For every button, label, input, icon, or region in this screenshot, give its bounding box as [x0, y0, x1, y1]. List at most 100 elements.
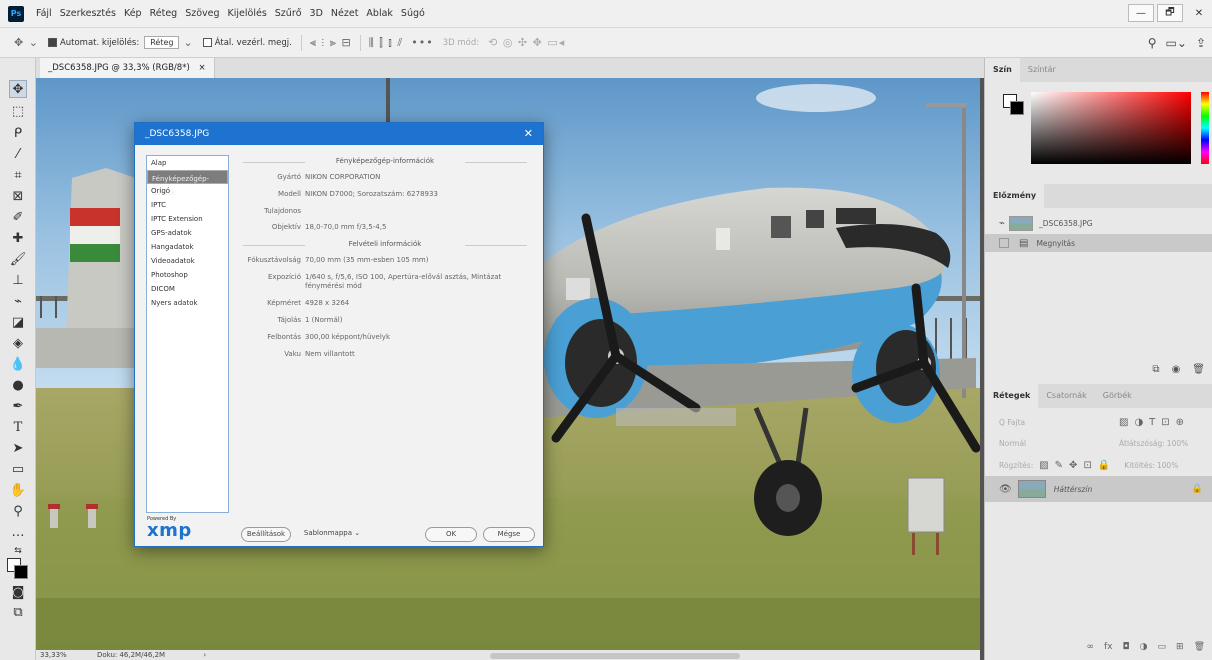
path-select-tool-icon[interactable]: ➤ — [9, 439, 27, 457]
auto-select-checkbox[interactable] — [47, 38, 57, 47]
group-icon[interactable]: ▭ — [1158, 642, 1167, 652]
pen-tool-icon[interactable]: ✒ — [9, 397, 27, 415]
menu-layer[interactable]: Réteg — [146, 0, 182, 28]
template-folder-button[interactable]: Sablonmappa ⌄ — [299, 527, 365, 542]
category-video[interactable]: Videoadatok — [147, 254, 228, 268]
more-tools-icon[interactable]: … — [9, 523, 27, 541]
workspace-icon[interactable]: ▭⌄ — [1166, 36, 1187, 50]
menu-file[interactable]: Fájl — [32, 0, 56, 28]
3d-tools-icons[interactable]: ⟲ ◎ ✣ ✥ ▭◂ — [488, 36, 565, 49]
settings-button[interactable]: Beállítások — [241, 527, 291, 542]
brush-tool-icon[interactable]: 🖌 — [9, 250, 27, 268]
document-tab[interactable]: _DSC6358.JPG @ 33,3% (RGB/8*) × — [40, 58, 215, 78]
category-dicom[interactable]: DICOM — [147, 282, 228, 296]
move-tool-icon[interactable]: ✥ ⌄ — [14, 36, 39, 49]
bg-color-chip[interactable] — [1010, 101, 1024, 115]
more-options-icon[interactable]: ••• — [411, 36, 433, 49]
menu-edit[interactable]: Szerkesztés — [56, 0, 120, 28]
history-snapshot[interactable]: ⌁ _DSC6358.JPG — [985, 212, 1212, 234]
search-icon[interactable]: ⚲ — [1148, 36, 1157, 50]
category-basic[interactable]: Alap — [147, 156, 228, 170]
stamp-tool-icon[interactable]: ⊥ — [9, 271, 27, 289]
menu-view[interactable]: Nézet — [327, 0, 363, 28]
show-transform-option[interactable]: Átal. vezérl. megj. — [202, 38, 292, 48]
rectangle-tool-icon[interactable]: ▭ — [9, 460, 27, 478]
close-icon[interactable]: ✕ — [524, 123, 533, 145]
blur-tool-icon[interactable]: 💧 — [9, 355, 27, 373]
camera-icon[interactable]: ◉ — [1172, 364, 1181, 375]
hue-slider[interactable] — [1201, 92, 1209, 164]
crop-tool-icon[interactable]: ⌗ — [9, 166, 27, 184]
menu-select[interactable]: Kijelölés — [224, 0, 271, 28]
menu-3d[interactable]: 3D — [306, 0, 327, 28]
delete-layer-icon[interactable]: 🗑 — [1194, 642, 1205, 652]
gradient-tool-icon[interactable]: ◈ — [9, 334, 27, 352]
quick-mask-icon[interactable]: ◙ — [9, 583, 27, 601]
mask-icon[interactable]: ◘ — [1123, 642, 1130, 652]
fill-value[interactable]: 100% — [1157, 461, 1178, 470]
move-tool-icon[interactable]: ✥ — [9, 80, 27, 98]
align-icons[interactable]: ⫷ ⫶ ⫸ ⊟ — [310, 36, 352, 50]
menu-filter[interactable]: Szűrő — [271, 0, 306, 28]
category-iptc[interactable]: IPTC — [147, 198, 228, 212]
tab-swatches[interactable]: Színtár — [1020, 58, 1064, 82]
zoom-level[interactable]: 33,33% — [40, 651, 67, 659]
healing-tool-icon[interactable]: ✚ — [9, 229, 27, 247]
category-iptc-extension[interactable]: IPTC Extension — [147, 212, 228, 226]
link-icon[interactable]: ∞ — [1087, 642, 1095, 652]
marquee-tool-icon[interactable]: ⬚ — [9, 102, 27, 120]
lock-icons[interactable]: ▨✎✥⊡🔒 — [1039, 460, 1116, 471]
tab-channels[interactable]: Csatornák — [1038, 384, 1094, 408]
share-icon[interactable]: ⇪ — [1196, 36, 1206, 50]
eyedropper-tool-icon[interactable]: ✐ — [9, 208, 27, 226]
ok-button[interactable]: OK — [425, 527, 477, 542]
close-window-button[interactable]: ✕ — [1186, 4, 1212, 22]
chevron-right-icon[interactable]: › — [203, 651, 206, 659]
tab-paths[interactable]: Görbék — [1095, 384, 1140, 408]
category-origin[interactable]: Origó — [147, 184, 228, 198]
hand-tool-icon[interactable]: ✋ — [9, 481, 27, 499]
opacity-value[interactable]: 100% — [1167, 439, 1188, 448]
auto-select-option[interactable]: Automat. kijelölés: — [47, 38, 139, 48]
tab-color[interactable]: Szín — [985, 58, 1020, 82]
trash-icon[interactable]: 🗑 — [1192, 364, 1205, 375]
frame-tool-icon[interactable]: ⊠ — [9, 187, 27, 205]
restore-button[interactable]: 🗗 — [1157, 4, 1183, 22]
history-state-open[interactable]: ▤ Megnyitás — [985, 234, 1212, 252]
tab-history[interactable]: Előzmény — [985, 184, 1045, 208]
menu-image[interactable]: Kép — [120, 0, 146, 28]
history-brush-tool-icon[interactable]: ⌁ — [9, 292, 27, 310]
category-raw-data[interactable]: Nyers adatok — [147, 296, 228, 310]
menu-type[interactable]: Szöveg — [181, 0, 223, 28]
cancel-button[interactable]: Mégse — [483, 527, 535, 542]
layer-search-input[interactable]: Q Fajta — [999, 418, 1089, 427]
layer-filter-icons[interactable]: ▨◑T⊡⊕ — [1119, 417, 1190, 428]
tab-layers[interactable]: Rétegek — [985, 384, 1039, 408]
screen-mode-icon[interactable]: ⧉ — [9, 603, 27, 621]
zoom-tool-icon[interactable]: ⚲ — [9, 502, 27, 520]
blend-mode-dropdown[interactable]: Normál — [999, 439, 1119, 448]
fx-icon[interactable]: fx — [1104, 642, 1113, 652]
show-transform-checkbox[interactable] — [202, 38, 212, 47]
eraser-tool-icon[interactable]: ◪ — [9, 313, 27, 331]
lasso-tool-icon[interactable]: ᑭ — [9, 124, 27, 142]
distribute-icons[interactable]: ⫼ ⫿ ⫾ ⫽ — [369, 36, 404, 50]
type-tool-icon[interactable]: T — [9, 418, 27, 436]
menu-help[interactable]: Súgó — [397, 0, 429, 28]
adjustment-icon[interactable]: ◑ — [1140, 642, 1148, 652]
new-document-from-state-icon[interactable]: ⧉ — [1152, 364, 1159, 375]
eye-icon[interactable]: 👁 — [999, 484, 1012, 495]
horizontal-scrollbar[interactable] — [490, 653, 740, 659]
dodge-tool-icon[interactable]: ● — [9, 376, 27, 394]
dialog-titlebar[interactable]: _DSC6358.JPG ✕ — [135, 123, 543, 145]
background-color-swatch[interactable] — [14, 565, 28, 579]
quick-select-tool-icon[interactable]: ⁄ — [9, 145, 27, 163]
new-layer-icon[interactable]: ⊞ — [1176, 642, 1184, 652]
category-audio[interactable]: Hangadatok — [147, 240, 228, 254]
doc-info[interactable]: Doku: 46,2M/46,2M — [97, 651, 165, 659]
category-gps[interactable]: GPS-adatok — [147, 226, 228, 240]
close-tab-icon[interactable]: × — [198, 63, 205, 73]
layer-row[interactable]: 👁 Háttérszín 🔒 — [985, 476, 1212, 502]
category-photoshop[interactable]: Photoshop — [147, 268, 228, 282]
auto-select-dropdown[interactable]: Réteg — [144, 36, 180, 49]
